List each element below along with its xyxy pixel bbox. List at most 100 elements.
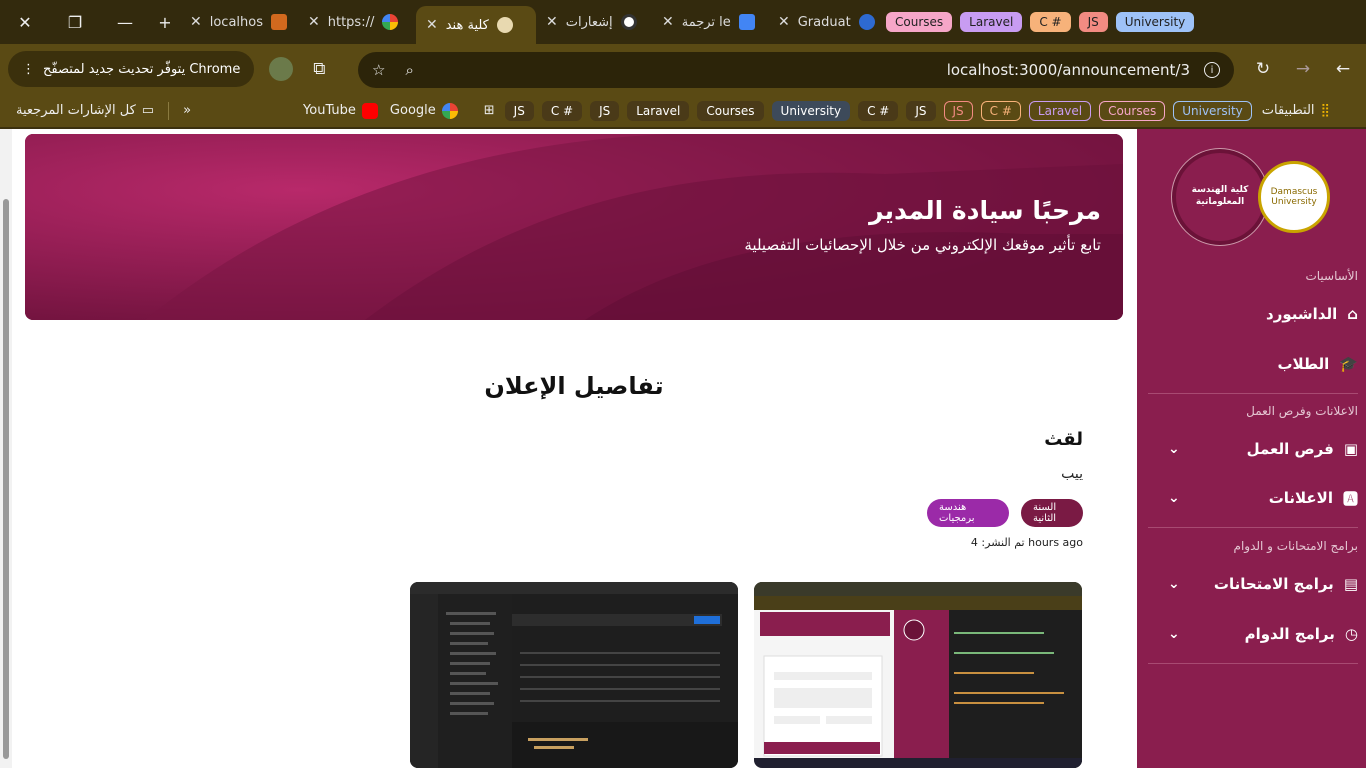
forward-icon[interactable]: → xyxy=(1284,50,1322,88)
chrome-update-button[interactable]: ⋮ يتوفّر تحديث جديد لمتصفّح Chrome xyxy=(8,51,255,87)
new-tab-icon[interactable]: + xyxy=(150,0,180,44)
sidebar-item-announcements[interactable]: ⌄ الاعلانات 🅰 xyxy=(1148,478,1358,518)
scrollbar[interactable] xyxy=(0,129,12,768)
tab-bar: ✕ ❐ — + ✕ localhos ✕ https:// ✕ كلية هند… xyxy=(0,0,1366,44)
hero-subtitle: تابع تأثير موقعك الإلكتروني من خلال الإح… xyxy=(744,236,1101,254)
bookmark-pill[interactable]: Courses xyxy=(1099,100,1166,121)
divider xyxy=(1148,393,1358,394)
tab-pill-laravel[interactable]: Laravel xyxy=(960,12,1023,32)
clock-icon: ◷ xyxy=(1344,625,1358,643)
bookmark-pill[interactable]: JS xyxy=(943,100,973,121)
restore-window-icon[interactable]: ❐ xyxy=(50,0,100,44)
profile-avatar[interactable] xyxy=(262,50,300,88)
tab-pill-js[interactable]: JS xyxy=(1078,12,1108,32)
more-icon: ⋮ xyxy=(22,61,35,77)
department-badge: هندسة برمجيات xyxy=(927,499,1009,527)
sidebar-item-exam-programs[interactable]: ⌄ برامج الامتحانات ▤ xyxy=(1148,564,1358,604)
attachment-image-1[interactable] xyxy=(754,582,1082,768)
sidebar-item-students[interactable]: الطلاب 🎓 xyxy=(1148,344,1358,384)
tab-localhost[interactable]: ✕ localhos xyxy=(180,6,298,38)
sidebar: كلية الهندسة المعلوماتية Damascus Univer… xyxy=(1137,129,1366,768)
attachment-image-2[interactable] xyxy=(410,582,738,768)
college-logo-icon xyxy=(496,17,513,33)
bookmarks-bar: كل الإشارات المرجعية ▭ » YouTube Google … xyxy=(0,94,1366,128)
bookmark-pill[interactable]: C # xyxy=(858,100,899,121)
tab-close-icon[interactable]: ✕ xyxy=(662,14,674,30)
bookmark-youtube[interactable]: YouTube xyxy=(297,102,384,119)
home-icon: ⌂ xyxy=(1347,305,1358,323)
tab-translate[interactable]: ✕ ترجمة le xyxy=(652,6,768,38)
dashboard-screenshot xyxy=(754,582,1082,768)
bookmark-pill[interactable]: C # xyxy=(980,100,1021,121)
announcement-body: ييب xyxy=(1061,466,1083,482)
divider xyxy=(1148,527,1358,528)
bookmark-pill[interactable]: C # xyxy=(541,100,583,121)
tab-close-icon[interactable]: ✕ xyxy=(190,14,202,30)
bookmark-pill[interactable]: JS xyxy=(590,100,620,121)
bookmark-pill[interactable]: University xyxy=(771,100,851,121)
section-exams: برامج الامتحانات و الدوام xyxy=(1233,539,1358,553)
translate-icon xyxy=(738,14,755,30)
bookmark-pill[interactable]: JS xyxy=(504,100,534,121)
posted-time: تم النشر: 4 hours ago xyxy=(970,536,1083,549)
page-title: تفاصيل الإعلان xyxy=(484,372,664,400)
bookmark-pill[interactable]: Courses xyxy=(697,100,764,121)
folder-icon: ▭ xyxy=(141,103,155,118)
bookmark-pill[interactable]: Laravel xyxy=(627,100,690,121)
sidebar-item-dashboard[interactable]: الداشبورد ⌂ xyxy=(1148,294,1358,334)
close-window-icon[interactable]: ✕ xyxy=(0,0,50,44)
bookmark-google[interactable]: Google xyxy=(384,102,464,119)
grid-icon[interactable]: ⊞ xyxy=(478,103,501,118)
url-text[interactable]: localhost:3000/announcement/3 xyxy=(947,61,1190,79)
university-logo: Damascus University xyxy=(1258,161,1330,233)
tab-graduation[interactable]: ✕ Graduat xyxy=(768,6,878,38)
search-icon[interactable]: ⌕ xyxy=(405,61,413,79)
tab-https[interactable]: ✕ https:// xyxy=(298,6,416,38)
sidebar-item-work-programs[interactable]: ⌄ برامج الدوام ◷ xyxy=(1148,614,1358,654)
laravel-icon xyxy=(271,14,287,30)
apps-bookmark[interactable]: التطبيقات ⣿ xyxy=(1256,103,1336,118)
sidebar-item-jobs[interactable]: ⌄ فرص العمل ▣ xyxy=(1148,429,1358,469)
scrollbar-thumb[interactable] xyxy=(3,199,9,759)
welcome-banner: مرحبًا سيادة المدير تابع تأثير موقعك الإ… xyxy=(25,134,1123,320)
faculty-logo: كلية الهندسة المعلوماتية xyxy=(1172,149,1268,245)
chevron-down-icon: ⌄ xyxy=(1168,626,1180,642)
chatgpt-icon xyxy=(620,14,637,30)
graduation-icon xyxy=(858,14,875,30)
bookmark-star-icon[interactable]: ☆ xyxy=(372,61,385,79)
tab-close-icon[interactable]: ✕ xyxy=(426,17,438,33)
minimize-window-icon[interactable]: — xyxy=(100,0,150,44)
tab-college[interactable]: ✕ كلية هند xyxy=(416,6,536,44)
tab-notifications[interactable]: ✕ إشعارات xyxy=(536,6,652,38)
tab-close-icon[interactable]: ✕ xyxy=(308,14,320,30)
college-logo: كلية الهندسة المعلوماتية Damascus Univer… xyxy=(1172,147,1332,247)
calendar-icon: ▤ xyxy=(1343,575,1358,593)
google-icon xyxy=(382,14,399,30)
briefcase-icon: ▣ xyxy=(1343,440,1358,458)
address-bar[interactable]: ☆ ⌕ localhost:3000/announcement/3 i xyxy=(358,52,1234,88)
bookmark-pill[interactable]: Laravel xyxy=(1028,100,1092,121)
extensions-icon[interactable]: ⧉ xyxy=(300,50,338,88)
tab-pill-csharp[interactable]: C # xyxy=(1030,12,1071,32)
site-info-icon[interactable]: i xyxy=(1204,62,1220,78)
section-ads-jobs: الاعلانات وفرص العمل xyxy=(1246,404,1358,418)
section-basics: الأساسيات xyxy=(1305,269,1358,283)
more-bookmarks-icon[interactable]: » xyxy=(177,103,197,118)
chevron-down-icon: ⌄ xyxy=(1168,490,1180,506)
google-icon xyxy=(441,102,458,119)
apps-grid-icon: ⣿ xyxy=(1320,103,1331,118)
tab-close-icon[interactable]: ✕ xyxy=(778,14,790,30)
hero-title: مرحبًا سيادة المدير xyxy=(869,196,1101,225)
bookmark-pill[interactable]: JS xyxy=(906,100,936,121)
bookmark-pill[interactable]: University xyxy=(1173,100,1252,121)
tab-pill-courses[interactable]: Courses xyxy=(886,12,953,32)
back-icon[interactable]: ← xyxy=(1324,50,1362,88)
page-content: مرحبًا سيادة المدير تابع تأثير موقعك الإ… xyxy=(0,129,1366,768)
announcement-title: لقث xyxy=(1044,429,1083,450)
tab-close-icon[interactable]: ✕ xyxy=(546,14,558,30)
all-bookmarks[interactable]: كل الإشارات المرجعية ▭ xyxy=(10,103,160,118)
chevron-down-icon: ⌄ xyxy=(1168,576,1180,592)
reload-icon[interactable]: ↻ xyxy=(1244,50,1282,88)
tab-pill-university[interactable]: University xyxy=(1115,12,1195,32)
announcement-icon: 🅰 xyxy=(1342,489,1358,508)
